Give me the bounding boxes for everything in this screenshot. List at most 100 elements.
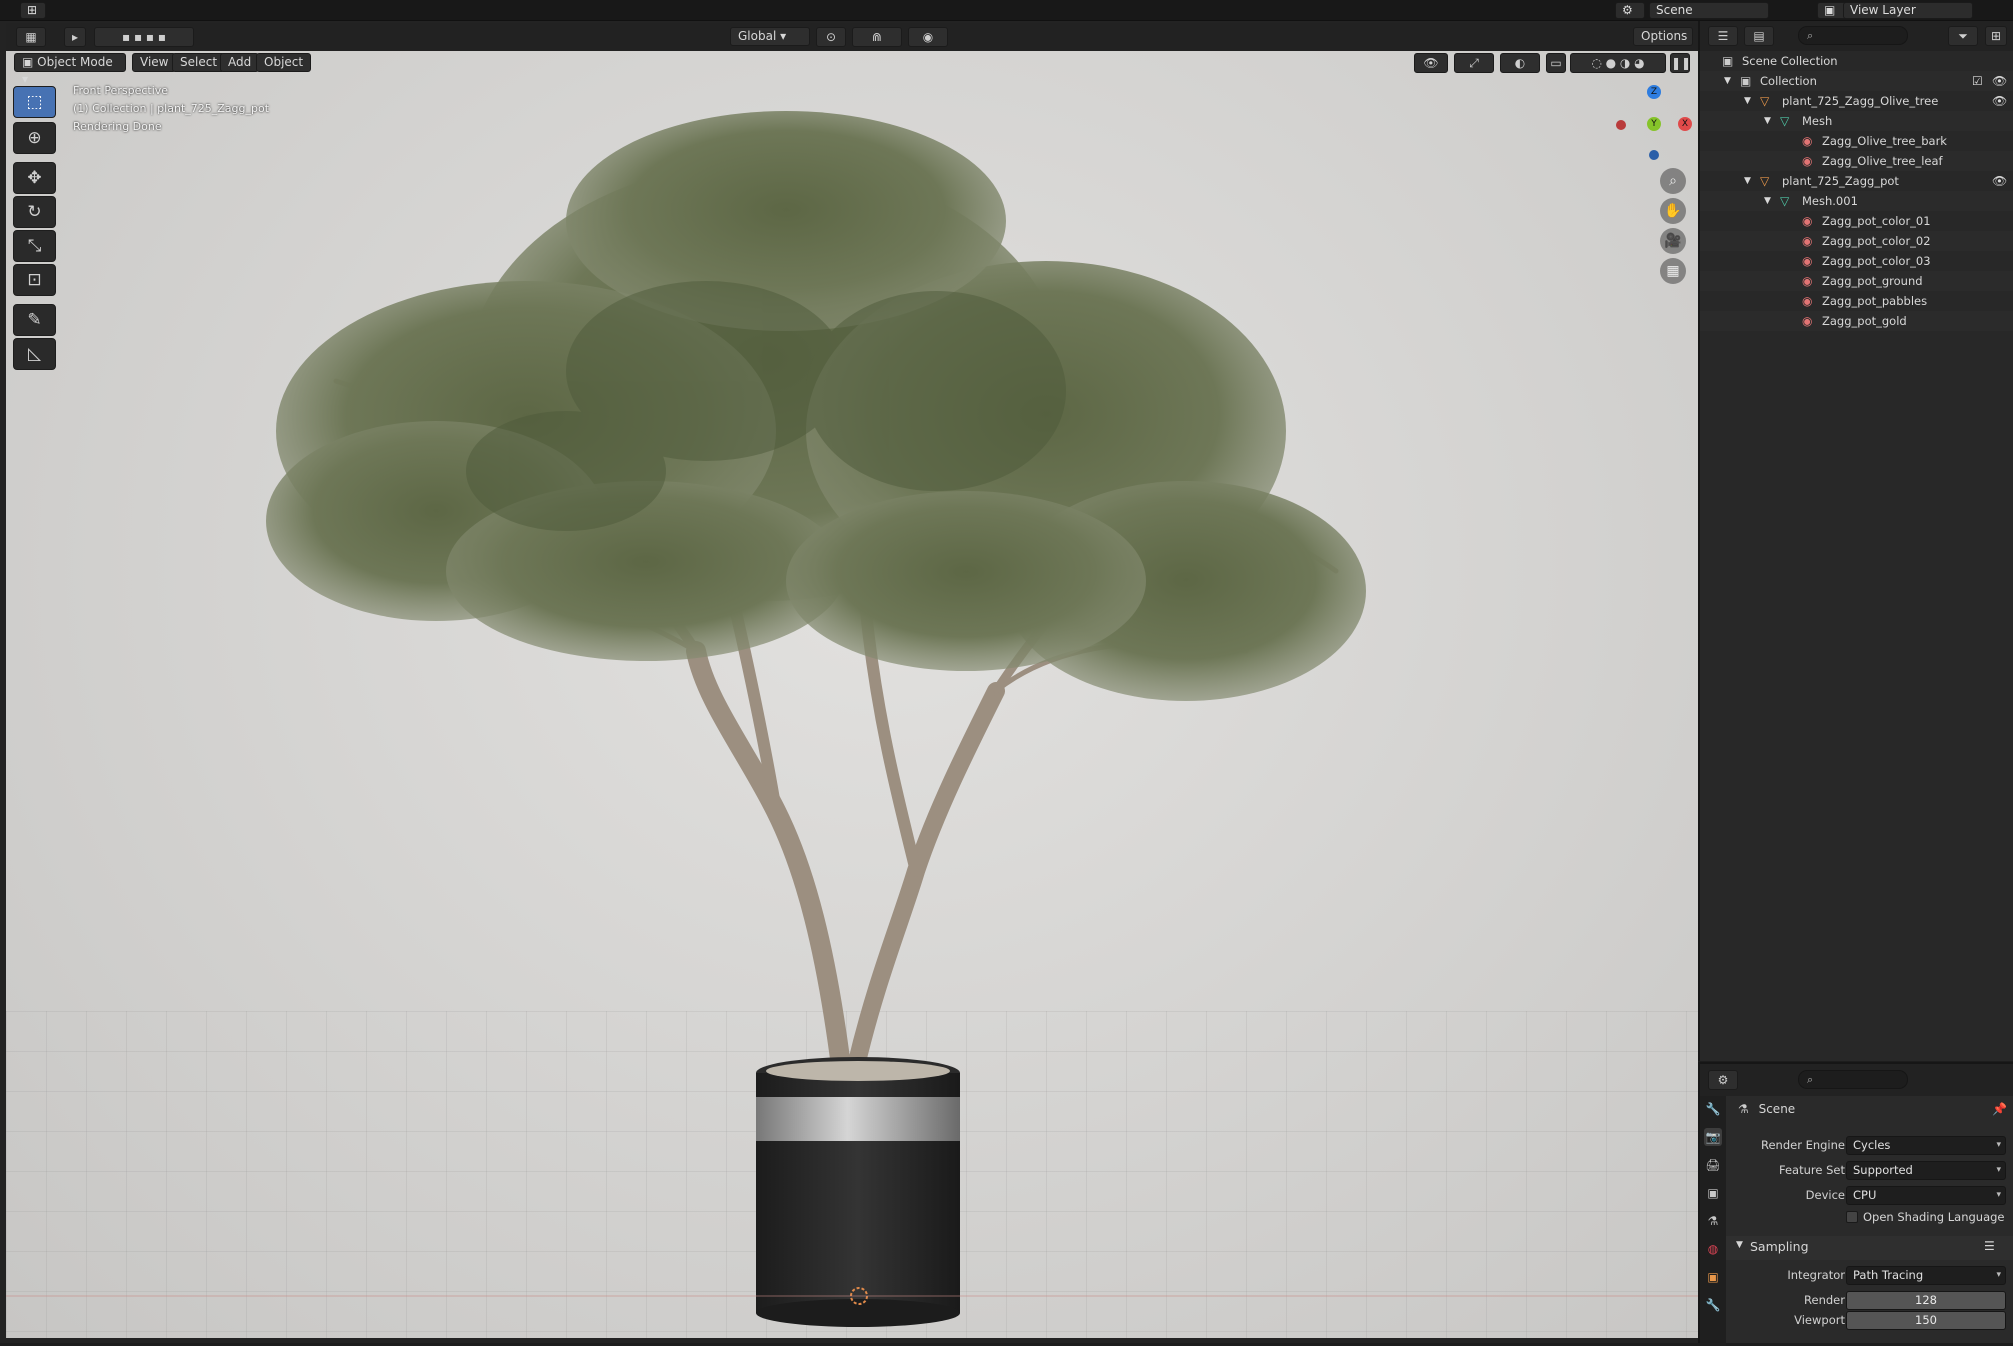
overlay-toggle-icon[interactable]: ◐ xyxy=(1500,53,1540,73)
tool-tab-icon[interactable]: 🔧 xyxy=(1704,1100,1722,1118)
presets-list-icon[interactable]: ☰ xyxy=(1984,1239,1995,1253)
menu-add[interactable]: Add xyxy=(220,53,260,72)
xray-icon[interactable]: ▭ xyxy=(1546,53,1566,73)
outliner-row-scene-collection[interactable]: ▣ Scene Collection xyxy=(1700,51,2013,71)
render-tab-icon[interactable]: 📷 xyxy=(1704,1128,1722,1146)
filter-icon[interactable]: ⏷ xyxy=(1948,26,1978,46)
row-label: Mesh.001 xyxy=(1802,194,1858,208)
object-tab-icon[interactable]: ▣ xyxy=(1704,1268,1722,1286)
proportional-edit-icon[interactable]: ◉ xyxy=(908,27,948,47)
object-mode-dropdown[interactable]: ▣ Object Mode ▾ xyxy=(14,53,126,86)
outliner-row-material[interactable]: ◉ Zagg_pot_color_01 xyxy=(1700,211,2013,231)
gizmo-y-axis[interactable]: Y xyxy=(1647,117,1661,131)
properties-editor-type-icon[interactable]: ⚙ xyxy=(1708,1070,1738,1090)
material-icon: ◉ xyxy=(1802,234,1813,248)
editor-type-icon[interactable]: ⊞ xyxy=(20,2,46,19)
world-tab-icon[interactable]: ◍ xyxy=(1704,1240,1722,1258)
scene-tab-icon[interactable]: ⚗ xyxy=(1704,1212,1722,1230)
move-tool-icon[interactable]: ✥ xyxy=(13,162,56,194)
modifier-tab-icon[interactable]: 🔧 xyxy=(1704,1296,1722,1314)
render-engine-label: Render Engine xyxy=(1760,1138,1845,1152)
expand-arrow-icon[interactable]: ▼ xyxy=(1724,71,1731,91)
outliner-row-material[interactable]: ◉ Zagg_pot_gold xyxy=(1700,311,2013,331)
new-collection-icon[interactable]: ⊞ xyxy=(1985,26,2007,46)
gizmo-toggle-icon[interactable]: ⤢ xyxy=(1454,53,1494,73)
outliner-row-mesh[interactable]: ▼ ▽ Mesh xyxy=(1700,111,2013,131)
outliner-row-material[interactable]: ◉ Zagg_pot_pabbles xyxy=(1700,291,2013,311)
render-engine-dropdown[interactable]: Cycles ▾ xyxy=(1846,1136,2006,1155)
feature-set-dropdown[interactable]: Supported ▾ xyxy=(1846,1161,2006,1180)
view-layer-field[interactable]: View Layer xyxy=(1843,2,1973,19)
gizmo-z-axis[interactable]: Z xyxy=(1647,85,1661,99)
menu-view[interactable]: View xyxy=(132,53,177,72)
viewport-samples-field[interactable]: 150 xyxy=(1846,1311,2006,1330)
camera-view-icon[interactable]: 🎥 xyxy=(1660,228,1686,254)
checkbox-icon[interactable]: ☑ xyxy=(1972,71,1983,91)
selection-mode-icons[interactable]: ▪ ▪ ▪ ▪ xyxy=(94,27,194,47)
outliner-editor-type-icon[interactable]: ☰ xyxy=(1708,26,1738,46)
expand-arrow-icon[interactable]: ▼ xyxy=(1744,171,1751,191)
viewport-header: ▦ ▸ ▪ ▪ ▪ ▪ Global ▾ ⊙ ⋒ ◉ Options xyxy=(6,23,1698,51)
output-tab-icon[interactable]: 🖨 xyxy=(1704,1156,1722,1174)
display-mode-icon[interactable]: ▤ xyxy=(1744,26,1774,46)
editor-type-button[interactable]: ▦ xyxy=(16,27,46,47)
material-icon: ◉ xyxy=(1802,254,1813,268)
device-dropdown[interactable]: CPU ▾ xyxy=(1846,1186,2006,1205)
scale-tool-icon[interactable]: ⤡ xyxy=(13,230,56,262)
options-dropdown[interactable]: Options xyxy=(1633,27,1693,46)
material-icon: ◉ xyxy=(1802,294,1813,308)
expand-arrow-icon[interactable]: ▼ xyxy=(1764,111,1771,131)
expand-arrow-icon[interactable]: ▼ xyxy=(1764,191,1771,211)
outliner-row-material[interactable]: ◉ Zagg_Olive_tree_leaf xyxy=(1700,151,2013,171)
transform-orientation-dropdown[interactable]: Global ▾ xyxy=(730,27,810,46)
sampling-panel-header[interactable]: ▼ Sampling ☰ xyxy=(1726,1236,2013,1260)
view-layer-tab-icon[interactable]: ▣ xyxy=(1704,1184,1722,1202)
select-box-tool-icon[interactable]: ⬚ xyxy=(13,86,56,118)
pivot-icon[interactable]: ⊙ xyxy=(816,27,846,47)
outliner-row-pot[interactable]: ▼ ▽ plant_725_Zagg_pot 👁 xyxy=(1700,171,2013,191)
gizmo-neg-x[interactable] xyxy=(1616,120,1626,130)
outliner-row-material[interactable]: ◉ Zagg_pot_ground xyxy=(1700,271,2013,291)
scene-selector-icon[interactable]: ⚙ xyxy=(1615,2,1645,19)
outliner-row-collection[interactable]: ▼ ▣ Collection ☑ 👁 xyxy=(1700,71,2013,91)
scene-field[interactable]: Scene xyxy=(1649,2,1769,19)
3d-viewport[interactable]: Front Perspective (1) Collection | plant… xyxy=(6,51,1698,1338)
outliner-search-input[interactable]: ⌕ xyxy=(1798,26,1908,45)
ortho-grid-icon[interactable]: ▦ xyxy=(1660,258,1686,284)
pause-render-icon[interactable]: ❚❚ xyxy=(1670,53,1691,73)
feature-set-label: Feature Set xyxy=(1779,1163,1845,1177)
outliner-row-material[interactable]: ◉ Zagg_Olive_tree_bark xyxy=(1700,131,2013,151)
menu-select[interactable]: Select xyxy=(172,53,226,72)
menu-object[interactable]: Object xyxy=(256,53,312,72)
row-label: Zagg_pot_pabbles xyxy=(1822,294,1928,308)
integrator-dropdown[interactable]: Path Tracing ▾ xyxy=(1846,1266,2006,1285)
outliner-row-material[interactable]: ◉ Zagg_pot_color_03 xyxy=(1700,251,2013,271)
outliner-row-material[interactable]: ◉ Zagg_pot_color_02 xyxy=(1700,231,2013,251)
eye-icon[interactable]: 👁 xyxy=(1992,171,2007,191)
pan-hand-icon[interactable]: ✋ xyxy=(1660,198,1686,224)
gizmo-neg-z[interactable] xyxy=(1649,150,1659,160)
zoom-icon[interactable]: ⌕ xyxy=(1660,168,1686,194)
properties-header: ⚙ ⌕ xyxy=(1700,1064,2013,1096)
select-tool-icon[interactable]: ▸ xyxy=(64,27,86,47)
eye-icon[interactable]: 👁 xyxy=(1992,91,2007,111)
gizmo-x-axis[interactable]: X xyxy=(1678,117,1692,131)
measure-tool-icon[interactable]: ◺ xyxy=(13,338,56,370)
cursor-tool-icon[interactable]: ⊕ xyxy=(13,122,56,154)
rotate-tool-icon[interactable]: ↻ xyxy=(13,196,56,228)
transform-tool-icon[interactable]: ⊡ xyxy=(13,264,56,296)
expand-arrow-icon[interactable]: ▼ xyxy=(1744,91,1751,111)
navigation-gizmo[interactable]: Z Y X xyxy=(1606,79,1692,169)
top-bar: ⊞ ⚙ Scene ▣ View Layer xyxy=(0,0,2013,21)
pin-icon[interactable]: 📌 xyxy=(1992,1102,2007,1116)
shading-modes-icons[interactable]: ◌ ● ◑ ◕ xyxy=(1570,53,1666,73)
render-samples-field[interactable]: 128 xyxy=(1846,1291,2006,1310)
outliner-row-mesh[interactable]: ▼ ▽ Mesh.001 xyxy=(1700,191,2013,211)
visibility-icon[interactable]: 👁 xyxy=(1414,53,1448,73)
eye-icon[interactable]: 👁 xyxy=(1992,71,2007,91)
outliner-row-olive-tree[interactable]: ▼ ▽ plant_725_Zagg_Olive_tree 👁 xyxy=(1700,91,2013,111)
snap-icon[interactable]: ⋒ xyxy=(852,27,902,47)
properties-search-input[interactable]: ⌕ xyxy=(1798,1070,1908,1089)
osl-checkbox[interactable] xyxy=(1846,1211,1858,1223)
annotate-tool-icon[interactable]: ✎ xyxy=(13,304,56,336)
